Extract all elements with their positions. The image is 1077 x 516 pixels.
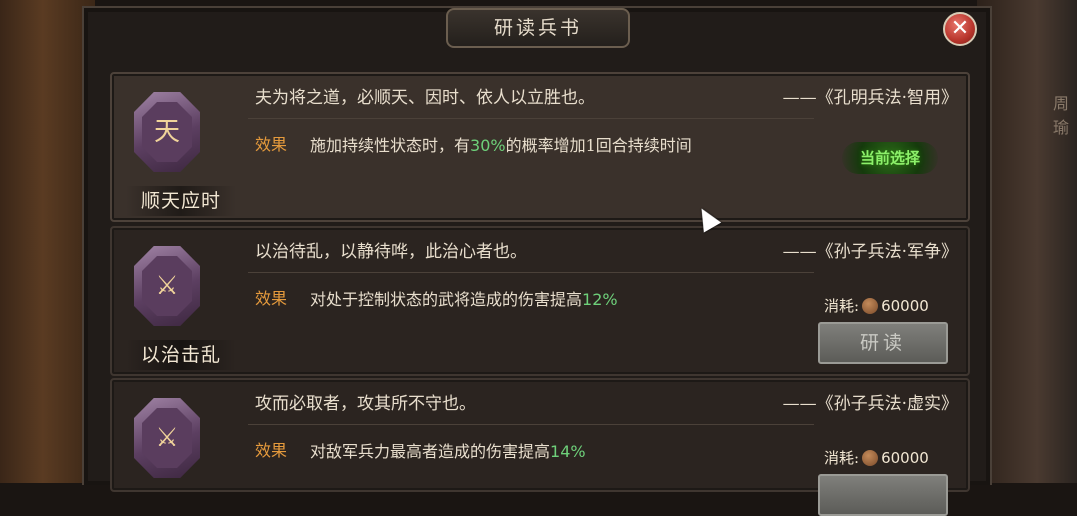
- effect-description: 施加持续性状态时，有30%的概率增加1回合持续时间: [310, 136, 692, 155]
- warrior-sword-icon: ⚔: [155, 423, 179, 453]
- close-button[interactable]: ✕: [943, 12, 977, 46]
- skill-emblem: ⚔: [134, 246, 200, 326]
- effect-percent: 12%: [582, 290, 618, 309]
- book-card-1[interactable]: 天 顺天应时 夫为将之道，必顺天、因时、依人以立胜也。 ——《孔明兵法·智用》 …: [110, 72, 970, 222]
- effect-label: 效果: [255, 289, 288, 308]
- background-hero-name: 周瑜: [1052, 94, 1069, 137]
- study-button[interactable]: 研读: [818, 322, 948, 364]
- effect-label: 效果: [255, 441, 288, 460]
- window-title: 研读兵书: [446, 8, 630, 48]
- book-card-2[interactable]: ⚔ 以治击乱 以治待乱，以静待哗，此治心者也。 ——《孙子兵法·军争》 效果 对…: [110, 226, 970, 376]
- study-cost: 消耗: 60000: [824, 297, 929, 315]
- divider: [248, 424, 814, 425]
- divider: [248, 118, 814, 119]
- book-quote: 攻而必取者，攻其所不守也。: [255, 394, 476, 414]
- skill-name: 以治击乱: [126, 340, 236, 370]
- skill-name: 顺天应时: [126, 186, 236, 216]
- effect-description: 对处于控制状态的武将造成的伤害提高12%: [310, 290, 618, 309]
- book-quote: 夫为将之道，必顺天、因时、依人以立胜也。: [255, 88, 595, 108]
- copper-coin-icon: [862, 450, 879, 466]
- effect-percent: 14%: [550, 442, 586, 461]
- banner-icon: 天: [153, 117, 180, 147]
- effect-description: 对敌军兵力最高者造成的伤害提高14%: [310, 442, 586, 461]
- divider: [248, 272, 814, 273]
- current-selection-badge: 当前选择: [842, 142, 938, 174]
- book-card-3[interactable]: ⚔ 攻而必取者，攻其所不守也。 ——《孙子兵法·虚实》 效果 对敌军兵力最高者造…: [110, 378, 970, 516]
- book-source: ——《孔明兵法·智用》: [782, 88, 958, 108]
- background-left-scene: [0, 0, 95, 483]
- close-icon: ✕: [950, 16, 970, 41]
- skill-emblem: ⚔: [134, 398, 200, 478]
- book-quote: 以治待乱，以静待哗，此治心者也。: [255, 242, 527, 262]
- effect-label: 效果: [255, 135, 288, 154]
- background-right-scene: 周瑜: [977, 0, 1077, 483]
- book-source: ——《孙子兵法·军争》: [782, 242, 958, 262]
- warrior-axe-icon: ⚔: [155, 271, 179, 301]
- study-button[interactable]: [818, 474, 948, 516]
- effect-percent: 30%: [470, 136, 506, 155]
- copper-coin-icon: [862, 298, 879, 314]
- study-cost: 消耗: 60000: [824, 449, 929, 467]
- book-source: ——《孙子兵法·虚实》: [782, 394, 958, 414]
- skill-emblem: 天: [134, 92, 200, 172]
